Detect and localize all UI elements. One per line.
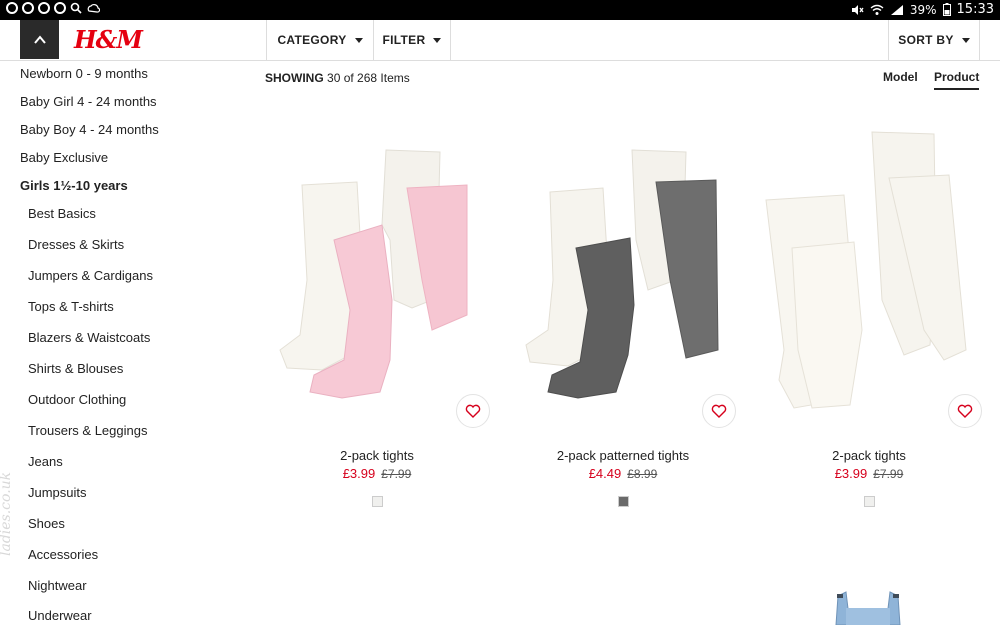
battery-percent: 39% — [909, 2, 937, 17]
sidebar-subitem-outdoor-clothing[interactable]: Outdoor Clothing — [28, 392, 126, 407]
product-image-partial[interactable] — [832, 588, 904, 625]
sidebar-subitem-shirts-blouses[interactable]: Shirts & Blouses — [28, 361, 123, 376]
filter-dropdown[interactable]: FILTER — [373, 20, 451, 60]
notification-icon — [22, 2, 34, 14]
sidebar-subitem-shoes[interactable]: Shoes — [28, 516, 65, 531]
signal-icon — [890, 4, 903, 15]
sidebar-subitem-jeans[interactable]: Jeans — [28, 454, 63, 469]
status-bar: 39% 15:33 — [0, 0, 1000, 20]
sale-price: £3.99 — [342, 466, 376, 481]
sidebar-item-baby-girl[interactable]: Baby Girl 4 - 24 months — [20, 94, 157, 109]
sidebar-subitem-trousers-leggings[interactable]: Trousers & Leggings — [28, 423, 147, 438]
color-swatch[interactable] — [618, 496, 629, 507]
notification-icon — [6, 2, 18, 14]
product-image — [279, 149, 468, 399]
product-name[interactable]: 2-pack tights — [754, 448, 984, 463]
product-prices: £3.99 £7.99 — [262, 466, 492, 481]
notification-icons — [6, 2, 100, 14]
sale-price: £4.49 — [588, 466, 622, 481]
product-prices: £4.49 £8.99 — [508, 466, 738, 481]
hm-logo[interactable]: H&M — [74, 25, 143, 54]
category-dropdown[interactable]: CATEGORY — [266, 20, 373, 60]
sidebar-subitem-jumpsuits[interactable]: Jumpsuits — [28, 485, 87, 500]
view-product-toggle[interactable]: Product — [934, 70, 980, 90]
sidebar-subitem-best-basics[interactable]: Best Basics — [28, 206, 96, 221]
product-card[interactable]: 2-pack tights £3.99 £7.99 — [754, 130, 984, 520]
sidebar-subitem-tops-tshirts[interactable]: Tops & T-shirts — [28, 299, 114, 314]
watermark: ladies.co.uk — [0, 471, 14, 556]
sidebar-subitem-dresses-skirts[interactable]: Dresses & Skirts — [28, 237, 124, 252]
notification-icon — [54, 2, 66, 14]
caret-down-icon — [354, 37, 363, 43]
add-to-favourites-button[interactable] — [702, 394, 736, 428]
system-icons: 39% 15:33 — [850, 2, 994, 17]
original-price: £8.99 — [627, 467, 658, 481]
chevron-up-icon — [33, 34, 46, 44]
sidebar-item-newborn[interactable]: Newborn 0 - 9 months — [20, 66, 148, 81]
sidebar-subitem-nightwear[interactable]: Nightwear — [28, 578, 87, 593]
notification-icon — [38, 2, 50, 14]
battery-icon — [942, 3, 951, 16]
color-swatch[interactable] — [864, 496, 875, 507]
collapse-menu-button[interactable] — [20, 20, 59, 59]
original-price: £7.99 — [381, 467, 412, 481]
product-name[interactable]: 2-pack tights — [262, 448, 492, 463]
product-image — [765, 131, 967, 409]
sidebar-subitem-accessories[interactable]: Accessories — [28, 547, 98, 562]
mute-icon — [851, 4, 864, 15]
product-image — [525, 149, 719, 399]
results-count: SHOWING 30 of 268 Items — [265, 71, 410, 85]
sale-price: £3.99 — [834, 466, 868, 481]
top-navigation-bar: H&M CATEGORY FILTER SORT BY — [0, 20, 1000, 61]
sidebar-item-girls[interactable]: Girls 1½-10 years — [20, 178, 128, 193]
add-to-favourites-button[interactable] — [948, 394, 982, 428]
add-to-favourites-button[interactable] — [456, 394, 490, 428]
color-swatch[interactable] — [372, 496, 383, 507]
sidebar-subitem-blazers-waistcoats[interactable]: Blazers & Waistcoats — [28, 330, 150, 345]
heart-icon — [465, 404, 481, 418]
filter-label: FILTER — [382, 33, 426, 47]
sidebar-subitem-jumpers-cardigans[interactable]: Jumpers & Cardigans — [28, 268, 153, 283]
showing-text: 30 of 268 Items — [327, 71, 410, 85]
caret-down-icon — [961, 37, 970, 43]
wifi-icon — [870, 4, 884, 15]
original-price: £7.99 — [873, 467, 904, 481]
view-model-toggle[interactable]: Model — [883, 70, 918, 84]
product-card[interactable]: 2-pack tights £3.99 £7.99 — [262, 130, 492, 520]
category-sidebar: Newborn 0 - 9 months Baby Girl 4 - 24 mo… — [0, 61, 250, 625]
sort-by-dropdown[interactable]: SORT BY — [888, 20, 980, 60]
clock: 15:33 — [956, 2, 994, 17]
caret-down-icon — [433, 37, 442, 43]
heart-icon — [711, 404, 727, 418]
showing-label: SHOWING — [265, 71, 324, 85]
sidebar-subitem-underwear[interactable]: Underwear — [28, 608, 92, 623]
product-prices: £3.99 £7.99 — [754, 466, 984, 481]
sidebar-item-baby-boy[interactable]: Baby Boy 4 - 24 months — [20, 122, 159, 137]
category-label: CATEGORY — [277, 33, 347, 47]
sort-label: SORT BY — [898, 33, 954, 47]
heart-icon — [957, 404, 973, 418]
product-name[interactable]: 2-pack patterned tights — [508, 448, 738, 463]
sidebar-item-baby-exclusive[interactable]: Baby Exclusive — [20, 150, 108, 165]
weather-icon — [87, 4, 100, 13]
search-icon — [70, 2, 82, 14]
product-card[interactable]: 2-pack patterned tights £4.49 £8.99 — [508, 130, 738, 520]
